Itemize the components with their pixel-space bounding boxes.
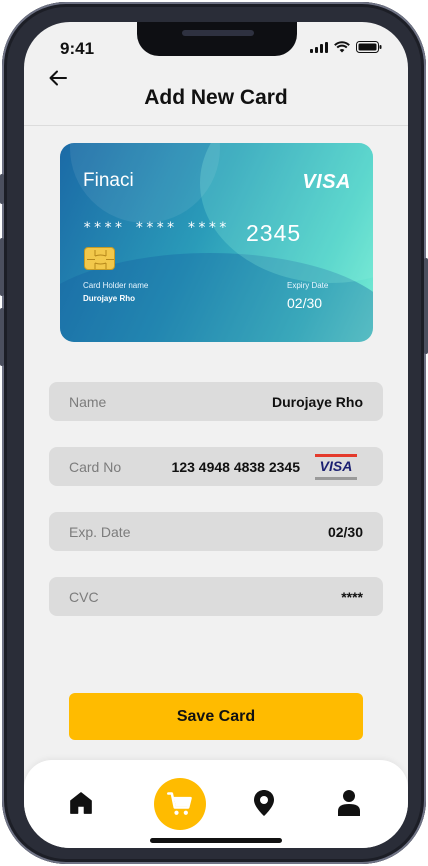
name-label: Name [69,394,107,410]
phone-frame: 9:41 Add New Card Finaci VISA **** **** … [0,2,428,864]
page-title: Add New Card [144,86,288,109]
volume-down-button [0,308,4,366]
speaker [182,30,254,36]
expiry-date-field[interactable]: Exp. Date 02/30 [49,512,383,551]
name-field[interactable]: Name Durojaye Rho [49,382,383,421]
nav-location[interactable] [247,786,281,820]
cvc-value: **** [341,589,363,605]
card-expiry-label: Expiry Date [287,281,329,290]
screen: 9:41 Add New Card Finaci VISA **** **** … [24,22,408,848]
card-brand: Finaci [83,170,134,191]
nav-home[interactable] [64,786,98,820]
card-expiry-value: 02/30 [287,295,323,311]
profile-icon [338,790,360,816]
battery-icon [356,41,382,53]
power-button [424,258,428,354]
credit-card-preview: Finaci VISA **** **** **** 2345 Card Hol… [60,143,373,342]
title-divider [24,125,408,126]
visa-logo-text: VISA [319,458,353,474]
visa-logo-icon: VISA [315,454,357,480]
card-last-four: 2345 [246,220,302,246]
cvc-field[interactable]: CVC **** [49,577,383,616]
chip-icon [84,247,115,270]
expiry-date-value: 02/30 [327,524,363,540]
save-card-button[interactable]: Save Card [69,693,363,740]
arrow-left-icon [49,70,67,86]
nav-cart[interactable] [154,778,206,830]
status-icons [310,41,382,53]
status-time: 9:41 [60,39,95,58]
side-button [0,174,4,204]
cart-icon [167,792,192,815]
nav-profile[interactable] [332,786,366,820]
wifi-icon [334,41,350,53]
location-pin-icon [254,790,274,816]
home-indicator [150,838,282,843]
card-holder-name: Durojaye Rho [83,294,136,303]
expiry-date-label: Exp. Date [69,524,131,540]
bottom-nav [24,760,408,848]
notch [137,22,297,56]
card-network-logo: VISA [302,171,351,193]
card-number-value: 123 4948 4838 2345 [171,459,300,475]
card-masked-number: **** **** **** [83,220,230,236]
signal-icon [310,41,328,53]
cvc-label: CVC [69,589,99,605]
home-icon [70,792,92,814]
card-number-label: Card No [69,459,122,475]
name-value: Durojaye Rho [271,394,363,410]
card-holder-label: Card Holder name [83,281,149,290]
card-number-field[interactable]: Card No 123 4948 4838 2345 VISA [49,447,383,486]
volume-up-button [0,238,4,296]
